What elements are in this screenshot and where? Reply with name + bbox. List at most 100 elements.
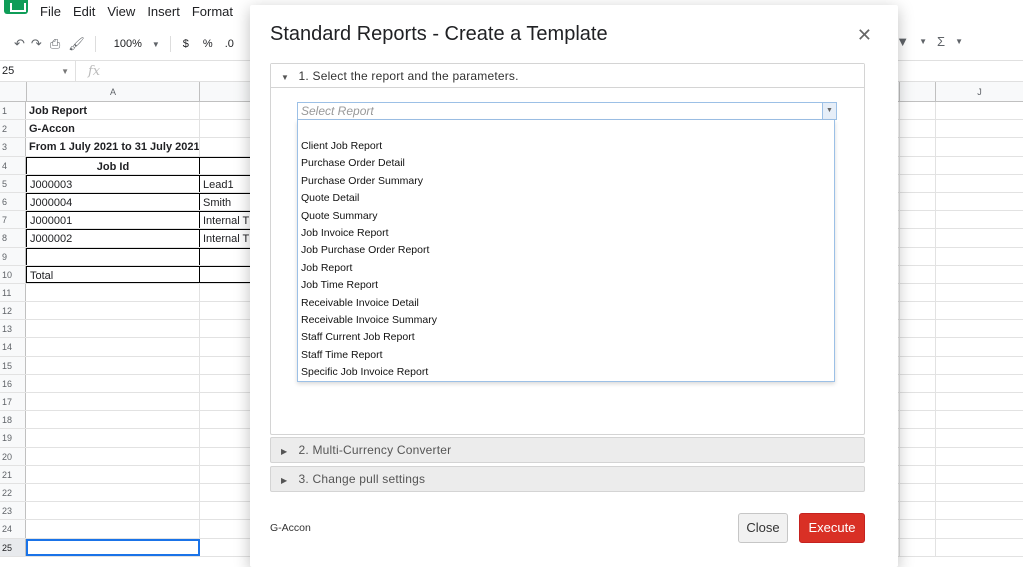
chevron-down-icon[interactable]: ▼ (152, 40, 160, 49)
cell-j[interactable] (935, 320, 1023, 338)
report-option[interactable]: Quote Detail (298, 190, 834, 207)
cell-j[interactable] (935, 302, 1023, 320)
cell-j[interactable] (935, 229, 1023, 247)
row-number[interactable]: 24 (0, 520, 26, 538)
cell-a[interactable] (26, 520, 200, 538)
row-number[interactable]: 18 (0, 411, 26, 429)
cell-i[interactable] (899, 211, 935, 229)
cell-i[interactable] (899, 411, 935, 429)
cell-b[interactable] (200, 375, 250, 392)
cell-a[interactable] (26, 502, 200, 520)
report-option[interactable]: Specific Job Invoice Report (298, 364, 834, 381)
chevron-down-icon[interactable]: ▼ (955, 34, 963, 50)
cell-i[interactable] (899, 302, 935, 320)
menu-file[interactable]: File (40, 4, 61, 24)
report-option[interactable]: Client Job Report (298, 138, 834, 155)
cell-i[interactable] (899, 538, 935, 556)
row-number[interactable]: 20 (0, 447, 26, 465)
cell-j[interactable] (935, 156, 1023, 174)
cell-j[interactable] (935, 483, 1023, 502)
cell-j[interactable] (935, 265, 1023, 283)
cell-b[interactable] (200, 393, 250, 410)
cell-b[interactable] (200, 138, 250, 155)
cell-j[interactable] (935, 138, 1023, 156)
cell-j[interactable] (935, 247, 1023, 265)
cell-i[interactable] (899, 465, 935, 483)
report-option[interactable]: Purchase Order Detail (298, 155, 834, 172)
cell-j[interactable] (935, 211, 1023, 229)
row-number[interactable]: 3 (0, 138, 26, 156)
cell-a[interactable]: From 1 July 2021 to 31 July 2021 (26, 138, 200, 156)
print-icon[interactable]: ⎙ (50, 36, 60, 52)
cell-a[interactable] (26, 465, 200, 483)
cell-i[interactable] (899, 102, 935, 120)
cell-i[interactable] (899, 229, 935, 247)
row-number[interactable]: 16 (0, 374, 26, 392)
cell-i[interactable] (899, 320, 935, 338)
report-option[interactable]: Job Purchase Order Report (298, 242, 834, 259)
decimal-decrease-button[interactable]: .0 (225, 38, 234, 50)
menu-format[interactable]: Format (192, 4, 233, 24)
row-number[interactable]: 2 (0, 120, 26, 138)
report-select[interactable]: Select Report ▼ (297, 102, 837, 120)
cell-b[interactable]: Internal T (200, 229, 250, 246)
section-header-3[interactable]: ▶ 3. Change pull settings (271, 467, 864, 491)
redo-icon[interactable]: ↷ (31, 36, 42, 52)
cell-a[interactable] (26, 393, 200, 411)
row-number[interactable]: 5 (0, 174, 26, 192)
cell-j[interactable] (935, 174, 1023, 192)
functions-icon[interactable]: Σ (937, 34, 945, 50)
cell-a[interactable]: G-Accon (26, 120, 200, 138)
cell-b[interactable] (200, 502, 250, 519)
currency-format-button[interactable]: $ (183, 38, 189, 50)
execute-button[interactable]: Execute (799, 513, 865, 543)
cell-i[interactable] (899, 265, 935, 283)
row-number[interactable]: 11 (0, 283, 26, 302)
cell-b[interactable] (200, 120, 250, 137)
cell-i[interactable] (899, 374, 935, 392)
cell-i[interactable] (899, 338, 935, 356)
row-number[interactable]: 10 (0, 265, 26, 283)
row-number[interactable]: 23 (0, 502, 26, 520)
paint-format-icon[interactable]: 🖌 (68, 36, 85, 52)
cell-a[interactable]: Job Report (26, 102, 200, 120)
cell-a[interactable] (26, 447, 200, 465)
row-number[interactable]: 14 (0, 338, 26, 356)
section-header-2[interactable]: ▶ 2. Multi-Currency Converter (271, 438, 864, 462)
cell-i[interactable] (899, 393, 935, 411)
cell-a[interactable]: Job Id (26, 156, 200, 174)
row-number[interactable]: 13 (0, 320, 26, 338)
column-header-a[interactable]: A (26, 82, 200, 102)
cell-a[interactable]: Total (26, 265, 200, 283)
cell-a[interactable]: J000003 (26, 174, 200, 192)
cell-b[interactable] (200, 284, 250, 301)
row-number[interactable]: 6 (0, 192, 26, 211)
cell-j[interactable] (935, 502, 1023, 520)
row-number[interactable]: 17 (0, 393, 26, 411)
cell-i[interactable] (899, 429, 935, 447)
cell-b[interactable]: Internal T (200, 211, 250, 228)
row-number[interactable]: 21 (0, 465, 26, 483)
zoom-select[interactable]: 100% (114, 38, 142, 50)
cell-b[interactable] (200, 520, 250, 537)
cell-j[interactable] (935, 393, 1023, 411)
cell-j[interactable] (935, 374, 1023, 392)
cell-a[interactable] (26, 320, 200, 338)
cell-j[interactable] (935, 283, 1023, 302)
undo-icon[interactable]: ↶ (14, 36, 25, 52)
cell-i[interactable] (899, 247, 935, 265)
cell-i[interactable] (899, 138, 935, 156)
row-number[interactable]: 8 (0, 229, 26, 247)
row-number[interactable]: 19 (0, 429, 26, 447)
menu-view[interactable]: View (107, 4, 135, 24)
section-pull-settings[interactable]: ▶ 3. Change pull settings (270, 466, 865, 492)
report-option[interactable]: Job Time Report (298, 277, 834, 294)
row-number[interactable]: 1 (0, 102, 26, 120)
report-option[interactable]: Purchase Order Summary (298, 173, 834, 190)
cell-b[interactable]: Smith (200, 192, 250, 210)
cell-j[interactable] (935, 192, 1023, 211)
cell-j[interactable] (935, 465, 1023, 483)
close-icon[interactable]: ✕ (857, 25, 872, 46)
row-number[interactable]: 22 (0, 483, 26, 502)
cell-j[interactable] (935, 120, 1023, 138)
